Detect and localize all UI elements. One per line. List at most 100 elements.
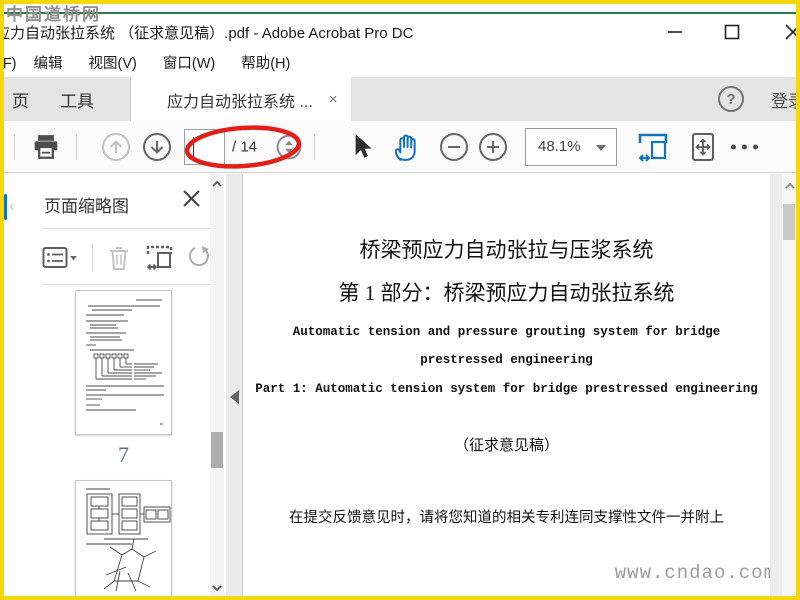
- panel-close-button[interactable]: [183, 190, 200, 207]
- sign-in-link[interactable]: 登录: [771, 87, 796, 112]
- zoom-level-value: 48.1%: [538, 137, 581, 155]
- navigation-rail: ‹: [4, 174, 20, 596]
- doc-subtitle-en-1: Automatic tension and pressure grouting …: [292, 325, 721, 339]
- chevron-down-icon: [596, 144, 606, 151]
- zoom-out-button[interactable]: [439, 132, 469, 162]
- scroll-up-icon[interactable]: [785, 182, 795, 190]
- zoom-in-button[interactable]: [478, 132, 508, 162]
- menu-window[interactable]: 窗口(W): [150, 52, 228, 73]
- trash-icon: [110, 247, 128, 270]
- watermark-bottom-right: www.cndao.com: [614, 562, 776, 584]
- tab-tools[interactable]: 工具: [42, 77, 112, 121]
- ellipsis-icon: [731, 144, 736, 149]
- scrollbar-thumb[interactable]: [211, 432, 223, 468]
- toolbar-divider: [76, 133, 77, 160]
- menu-help[interactable]: 帮助(H): [228, 52, 303, 73]
- close-icon: [785, 24, 796, 40]
- panel-splitter[interactable]: [226, 174, 243, 596]
- active-panel-indicator: [4, 194, 7, 220]
- fit-width-icon: [638, 133, 668, 162]
- more-tools-button[interactable]: [731, 144, 758, 149]
- menu-file[interactable]: 文件(F): [4, 52, 21, 73]
- minimize-icon: [668, 31, 682, 33]
- rotate-icon: [189, 246, 209, 267]
- tab-close-icon[interactable]: ×: [329, 92, 338, 107]
- collapse-chevron-icon[interactable]: ‹: [9, 196, 15, 216]
- main-toolbar: / 14 48.1%: [4, 121, 796, 173]
- window-title: 应力自动张拉系统 （征求意见稿）.pdf - Adobe Acrobat Pro…: [0, 25, 414, 42]
- scroll-down-icon[interactable]: [212, 584, 222, 592]
- help-icon: ?: [726, 90, 736, 108]
- thumbnail-sketch: [86, 488, 171, 592]
- doc-patent-note: 在提交反馈意见时，请将您知道的相关专利连同支撑性文件一并附上: [289, 510, 724, 526]
- tab-document[interactable]: 应力自动张拉系统 ... ×: [131, 77, 351, 122]
- help-button[interactable]: ?: [718, 86, 744, 112]
- maximize-icon: [724, 24, 740, 40]
- fit-page-icon: [692, 132, 714, 161]
- collapse-panel-icon[interactable]: [230, 390, 239, 404]
- panel-title: 页面缩略图: [44, 197, 129, 216]
- rotate-pages-button[interactable]: [189, 245, 211, 271]
- doc-title-cn-2: 第 1 部分：桥梁预应力自动张拉系统: [338, 281, 675, 305]
- divider: [42, 228, 212, 229]
- content-region: ‹ 页面缩略图 7 桥梁预应力自动张拉与压浆系统 第 1 部分：桥梁预应力自动张…: [4, 174, 796, 596]
- thumbnail-page-8[interactable]: [75, 480, 172, 596]
- minimize-button[interactable]: [666, 23, 684, 41]
- thumbnail-page-number: 7: [118, 442, 129, 467]
- select-tool-button[interactable]: [348, 133, 374, 161]
- options-list-icon: [42, 247, 77, 268]
- page-margin-gap: [770, 174, 782, 596]
- menu-bar: 文件(F) 编辑 视图(V) 窗口(W) 帮助(H): [4, 47, 796, 77]
- hand-icon: [394, 133, 416, 161]
- crop-pages-icon: [146, 245, 173, 271]
- title-bar: 应力自动张拉系统 （征求意见稿）.pdf - Adobe Acrobat Pro…: [4, 15, 796, 47]
- scrollbar-thumb[interactable]: [783, 204, 795, 240]
- printer-icon: [34, 134, 58, 159]
- cursor-arrow-icon: [355, 133, 372, 158]
- page-spinner[interactable]: [276, 134, 302, 160]
- doc-subtitle-en-3: Part 1: Automatic tension system for bri…: [255, 382, 758, 396]
- tab-document-label: 应力自动张拉系统 ...: [167, 93, 313, 111]
- panel-scrollbar[interactable]: [210, 174, 224, 596]
- arrow-up-circle-icon: [102, 132, 130, 161]
- document-view: 桥梁预应力自动张拉与压浆系统 第 1 部分：桥梁预应力自动张拉系统 Automa…: [243, 174, 796, 596]
- next-page-button[interactable]: [142, 132, 172, 162]
- doc-title-cn-1: 桥梁预应力自动张拉与压浆系统: [359, 238, 654, 262]
- minus-circle-icon: [440, 132, 468, 161]
- divider: [42, 284, 212, 285]
- page-number-input[interactable]: [184, 128, 225, 165]
- spinner-icon: [276, 134, 302, 159]
- plus-circle-icon: [479, 132, 507, 161]
- toolbar-divider: [314, 133, 315, 160]
- doc-draft-note: （征求意见稿）: [453, 438, 559, 454]
- page-total-label: / 14: [232, 138, 258, 155]
- zoom-level-dropdown[interactable]: 48.1%: [525, 127, 617, 166]
- document-scrollbar[interactable]: [782, 174, 796, 596]
- scroll-up-icon[interactable]: [212, 180, 222, 188]
- previous-page-button[interactable]: [101, 132, 131, 162]
- close-icon: [183, 190, 200, 207]
- doc-subtitle-en-2: prestressed engineering: [420, 353, 593, 367]
- panel-toolbar: [42, 238, 211, 278]
- green-divider-line: [4, 12, 796, 14]
- crop-pages-button[interactable]: [145, 244, 175, 272]
- thumbnail-page-7[interactable]: [75, 290, 172, 435]
- hand-tool-button[interactable]: [390, 131, 422, 163]
- menu-edit[interactable]: 编辑: [21, 52, 76, 73]
- maximize-button[interactable]: [723, 23, 741, 41]
- text-cursor: [193, 136, 194, 157]
- tab-home[interactable]: 页: [4, 77, 43, 121]
- menu-view[interactable]: 视图(V): [76, 52, 150, 73]
- watermark-top-left: 中国道桥网: [6, 5, 101, 24]
- print-button[interactable]: [32, 134, 60, 160]
- page-thumbnails-panel: 页面缩略图 7: [20, 174, 226, 596]
- thumbnail-sketch: [86, 299, 164, 425]
- fit-width-button[interactable]: [636, 130, 670, 164]
- thumbnail-options-button[interactable]: [42, 246, 78, 270]
- delete-pages-button[interactable]: [107, 245, 131, 271]
- acrobat-window: 中国道桥网 应力自动张拉系统 （征求意见稿）.pdf - Adobe Acrob…: [0, 0, 800, 600]
- close-button[interactable]: [784, 23, 796, 41]
- toolbar-divider: [14, 133, 15, 160]
- tab-bar: 页 工具 应力自动张拉系统 ... × ? 登录: [4, 77, 796, 122]
- fit-page-button[interactable]: [688, 131, 718, 163]
